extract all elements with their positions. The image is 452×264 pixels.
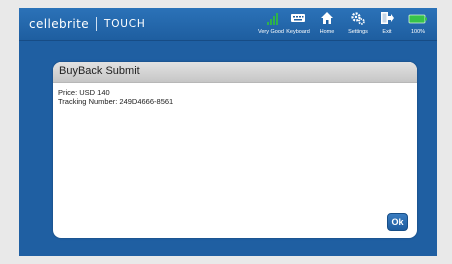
device-screen: cellebrite TOUCH Very Good Keyboard Home… <box>19 8 437 256</box>
tracking-number-text: Tracking Number: 249D4666-8561 <box>58 97 174 106</box>
brand-logo: cellebrite TOUCH <box>29 15 146 33</box>
home-label: Home <box>319 29 335 35</box>
keyboard-button[interactable]: Keyboard <box>283 10 313 38</box>
buyback-dialog: BuyBack Submit Price: USD 140 Tracking N… <box>53 62 417 238</box>
battery-status: 100% <box>405 10 431 38</box>
dialog-header: BuyBack Submit <box>53 62 417 83</box>
home-button[interactable]: Home <box>316 10 338 38</box>
price-text: Price: USD 140 <box>58 88 110 97</box>
ok-button[interactable]: Ok <box>387 213 408 231</box>
top-toolbar: cellebrite TOUCH Very Good Keyboard Home… <box>19 8 437 41</box>
brand-subtitle: TOUCH <box>104 18 146 30</box>
brand-divider <box>96 17 98 31</box>
signal-icon <box>264 11 278 26</box>
dialog-body: Price: USD 140 Tracking Number: 249D4666… <box>58 88 173 106</box>
home-icon <box>320 11 334 26</box>
exit-label: Exit <box>382 29 392 35</box>
exit-icon <box>380 11 394 26</box>
settings-button[interactable]: Settings <box>343 10 373 38</box>
settings-icon <box>350 11 366 26</box>
battery-label: 100% <box>410 29 426 35</box>
exit-button[interactable]: Exit <box>379 10 395 38</box>
settings-label: Settings <box>348 29 368 35</box>
keyboard-label: Keyboard <box>286 29 310 35</box>
signal-label: Very Good <box>258 29 284 35</box>
brand-name: cellebrite <box>29 17 90 31</box>
battery-icon <box>408 11 428 26</box>
keyboard-icon <box>290 11 306 26</box>
dialog-title: BuyBack Submit <box>59 65 140 77</box>
